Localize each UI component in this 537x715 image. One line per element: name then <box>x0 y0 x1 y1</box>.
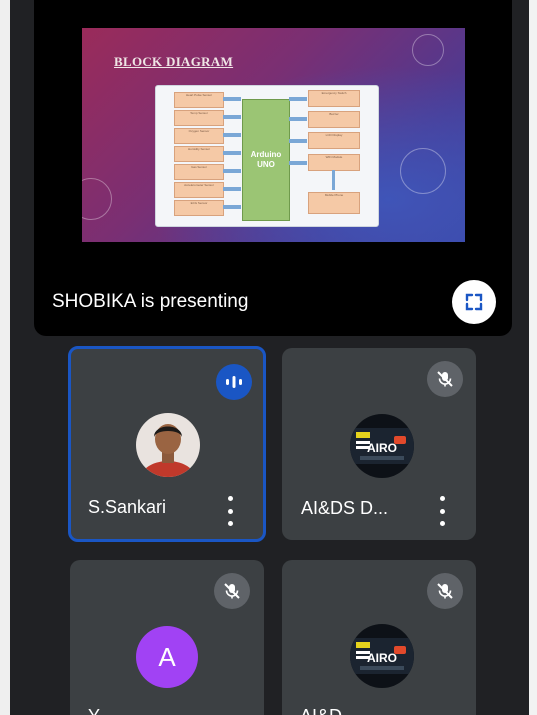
fullscreen-icon <box>465 293 483 311</box>
diagram-block: LCD Display <box>308 132 360 149</box>
participant-name: S.Sankari <box>88 497 167 517</box>
avatar: A <box>136 626 198 688</box>
slide-decoration <box>82 178 112 220</box>
block-diagram: Heart Pulse Sensor Temp Sensor Oxygen Se… <box>155 85 379 227</box>
diagram-arrow <box>223 205 241 209</box>
participant-photo <box>136 413 200 477</box>
diagram-block: Emergency Switch <box>308 90 360 107</box>
diagram-arrow <box>223 151 241 155</box>
slide-decoration <box>412 34 444 66</box>
diagram-arrow <box>289 97 307 101</box>
participant-name: Y... <box>88 706 113 715</box>
diagram-arrow <box>223 97 241 101</box>
presenter-label: SHOBIKA is presenting <box>52 291 249 312</box>
participant-name: AI&DS D... <box>301 498 389 518</box>
mic-off-icon <box>224 583 240 599</box>
more-dot <box>227 508 233 514</box>
right-edge <box>529 0 537 715</box>
left-edge <box>0 0 10 715</box>
airo-logo-text: AIRO <box>367 651 397 665</box>
speaking-indicator <box>216 364 252 400</box>
center-block-line: UNO <box>257 160 275 169</box>
participant-name: AI&D... <box>300 706 357 715</box>
more-options-button[interactable] <box>224 496 236 526</box>
diagram-block: Mobile Phone <box>308 192 360 214</box>
more-dot <box>227 496 233 501</box>
diagram-center-block: Arduino UNO <box>242 99 290 221</box>
slide-title: BLOCK DIAGRAM <box>114 54 234 69</box>
participant-tile-y[interactable]: A Y... <box>70 560 264 715</box>
more-dot <box>227 521 233 526</box>
diagram-block: Heart Pulse Sensor <box>174 92 224 108</box>
audio-level-icon <box>226 376 242 388</box>
participant-tile-s-sankari[interactable]: S.Sankari <box>68 346 266 542</box>
presentation-card[interactable]: BLOCK DIAGRAM Heart Pulse Sensor Temp Se… <box>34 0 512 336</box>
muted-indicator <box>427 573 463 609</box>
diagram-block: Humidity Sensor <box>174 146 224 162</box>
participant-tile-aids[interactable]: AIRO AI&DS D... <box>282 348 476 540</box>
avatar: AIRO <box>350 624 414 688</box>
more-dot <box>439 521 445 526</box>
fullscreen-button[interactable] <box>452 280 496 324</box>
mic-off-icon <box>437 371 453 387</box>
airo-logo-text: AIRO <box>367 441 397 455</box>
shared-slide: BLOCK DIAGRAM Heart Pulse Sensor Temp Se… <box>82 28 465 242</box>
slide-decoration <box>400 148 446 194</box>
diagram-block: Gas Sensor <box>174 164 224 180</box>
airo-logo-image: AIRO <box>350 624 414 688</box>
diagram-arrow <box>223 133 241 137</box>
diagram-block: Temp Sensor <box>174 110 224 126</box>
diagram-arrow <box>289 139 307 143</box>
center-block-line: Arduino <box>250 150 282 159</box>
diagram-block: Accelerometer Sensor <box>174 182 224 198</box>
muted-indicator <box>214 573 250 609</box>
airo-logo-image: AIRO <box>350 414 414 478</box>
more-dot <box>439 508 445 514</box>
diagram-arrow <box>223 169 241 173</box>
avatar: AIRO <box>350 414 414 478</box>
diagram-arrow <box>289 161 307 165</box>
participant-tile-aid[interactable]: AIRO AI&D... <box>282 560 476 715</box>
diagram-arrow <box>289 117 307 121</box>
diagram-block: WiFi Module <box>308 154 360 171</box>
diagram-arrow <box>332 170 335 190</box>
diagram-arrow <box>223 187 241 191</box>
diagram-block: Oxygen Sensor <box>174 128 224 144</box>
diagram-block: ECG Sensor <box>174 200 224 216</box>
more-dot <box>439 496 445 501</box>
avatar <box>136 413 200 477</box>
diagram-arrow <box>223 115 241 119</box>
muted-indicator <box>427 361 463 397</box>
meeting-screen: BLOCK DIAGRAM Heart Pulse Sensor Temp Se… <box>10 0 529 715</box>
diagram-block: Buzzer <box>308 111 360 128</box>
mic-off-icon <box>437 583 453 599</box>
more-options-button[interactable] <box>436 496 448 526</box>
